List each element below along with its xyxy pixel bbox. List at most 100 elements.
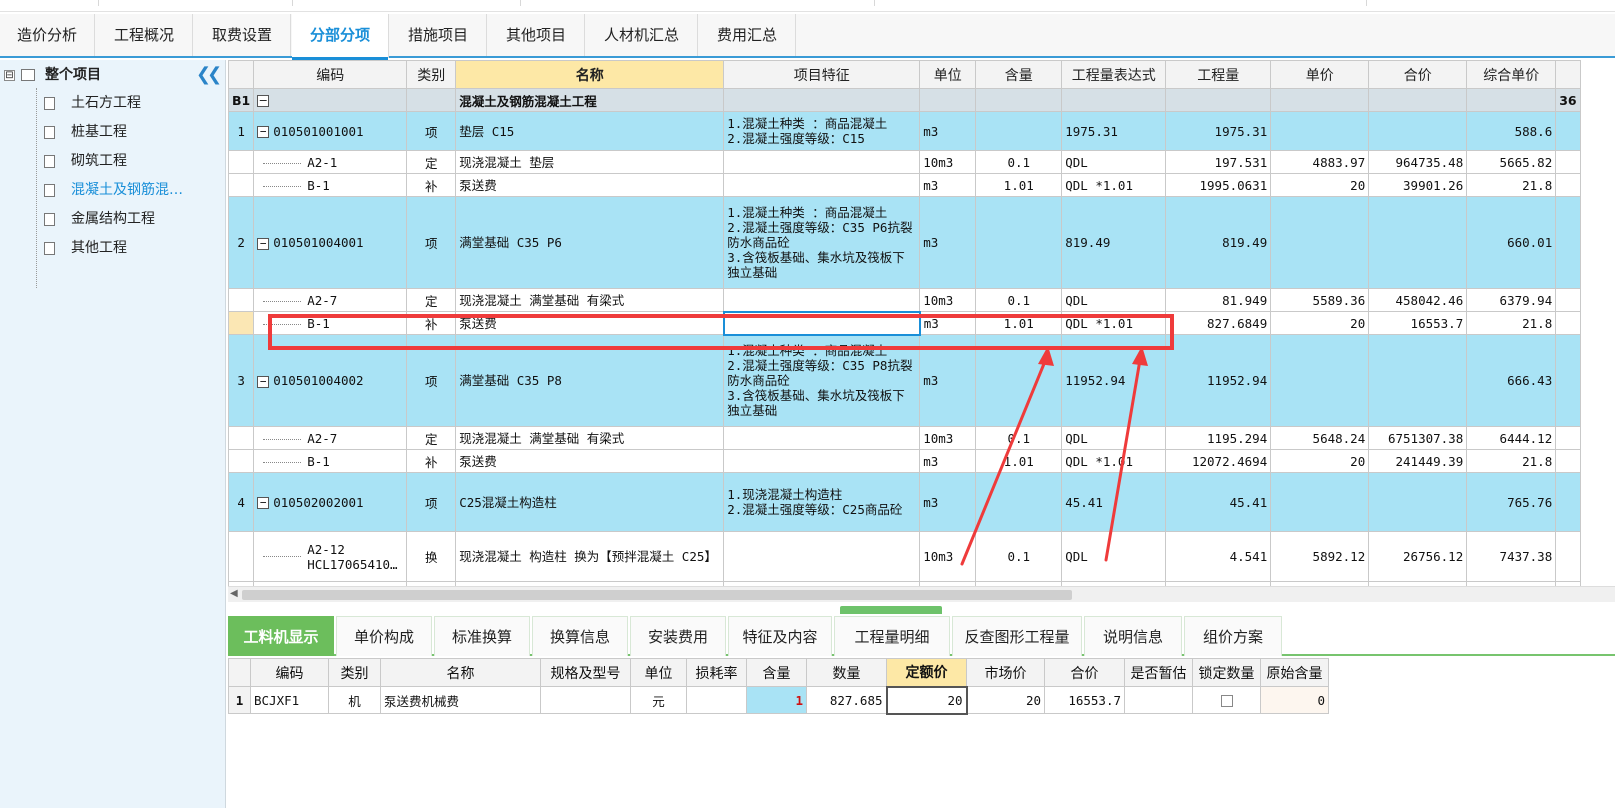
cell-unit[interactable]: m3 — [919, 196, 977, 289]
cell-unit[interactable]: m3 — [919, 472, 977, 532]
cell-ratio[interactable] — [975, 472, 1063, 532]
col-header-spec[interactable]: 规格及型号 — [540, 658, 631, 687]
tree-root[interactable]: ⊟ 整个项目 — [4, 64, 101, 86]
cell-quantity[interactable]: 197.531 — [1165, 150, 1272, 174]
cell-quantity[interactable]: 1975.31 — [1165, 111, 1272, 151]
col-header-lock-quantity[interactable]: 锁定数量 — [1192, 658, 1261, 687]
quota-row[interactable]: A2-12 HCL17065410… 换现浇混凝土 构造柱 换为【预拌混凝土 C2… — [228, 531, 1581, 582]
col-header-base-price[interactable]: 定额价 — [886, 658, 967, 687]
cell-expression[interactable]: 45.41 — [1061, 472, 1167, 532]
cell-total[interactable] — [1368, 334, 1468, 427]
cell-unit-price[interactable]: 6379.94 — [1466, 288, 1557, 312]
col-header-unit[interactable]: 单位 — [630, 658, 687, 687]
cell-expression[interactable]: QDL *1.01 — [1061, 449, 1167, 473]
tab-labor-material-display[interactable]: 工料机显示 — [228, 616, 334, 656]
cell-ratio[interactable]: 0.1 — [975, 288, 1063, 312]
table-cell[interactable] — [1555, 288, 1581, 312]
cell-unit[interactable]: 10m3 — [919, 426, 977, 450]
tab-other-items[interactable]: 其他项目 — [488, 14, 585, 56]
cell-name[interactable]: 泵送费机械费 — [380, 686, 541, 714]
quota-row[interactable]: A2-1 定现浇混凝土 垫层 10m3 0.1 QDL 197.531 4883.97 964… — [228, 150, 1581, 174]
col-header-total[interactable]: 合价 — [1368, 60, 1468, 89]
cell-type[interactable]: 项 — [406, 196, 457, 289]
cell-type[interactable]: 机 — [328, 686, 381, 714]
cell-estimate[interactable] — [1124, 686, 1193, 714]
cell-market-price[interactable]: 20 — [966, 686, 1045, 714]
cell-code[interactable]: A2-1 — [253, 150, 408, 174]
cell-type[interactable]: 定 — [406, 150, 457, 174]
bill-item-row[interactable]: 2−010501004001 项满堂基础 C35 P6 1.混凝土种类 ：商品混凝土… — [228, 196, 1581, 289]
tab-fee-settings[interactable]: 取费设置 — [194, 14, 291, 56]
col-header-ratio[interactable]: 含量 — [975, 60, 1063, 89]
cell-feature[interactable]: 1.混凝土种类 ：商品混凝土 2.混凝土强度等级：C35 P6抗裂防水商品砼 3… — [723, 196, 921, 289]
collapse-node-icon[interactable]: ⊟ — [4, 69, 15, 81]
cell-unit-price[interactable]: 6444.12 — [1466, 426, 1557, 450]
cell-price[interactable] — [1270, 334, 1370, 427]
bill-item-row[interactable]: 4−010502002001 项 C25混凝土构造柱 1.现浇混凝土构造柱 2.混凝土… — [228, 472, 1581, 532]
cell-total[interactable] — [1368, 196, 1468, 289]
table-cell[interactable] — [1555, 334, 1581, 427]
cell-unit[interactable]: m3 — [919, 111, 977, 151]
cell-name[interactable]: 泵送费 — [455, 173, 725, 197]
cell-name[interactable]: 现浇混凝土 垫层 — [455, 150, 725, 174]
cell-code[interactable]: A2-12 HCL17065410… — [253, 531, 408, 582]
panel-splitter[interactable] — [228, 602, 1615, 614]
cell-quantity[interactable]: 1195.294 — [1165, 426, 1272, 450]
cell-unit[interactable]: 10m3 — [919, 150, 977, 174]
tab-pricing-scheme[interactable]: 组价方案 — [1184, 616, 1282, 656]
tab-conversion-info[interactable]: 换算信息 — [532, 616, 628, 656]
cell-feature[interactable] — [723, 288, 921, 312]
cell-code[interactable]: B-1 — [253, 449, 408, 473]
table-cell[interactable] — [1555, 173, 1581, 197]
cell-quantity[interactable]: 819.49 — [1165, 196, 1272, 289]
col-header-quantity[interactable]: 数量 — [806, 658, 887, 687]
cell-expression[interactable]: 819.49 — [1061, 196, 1167, 289]
horizontal-scrollbar[interactable]: ◀ — [228, 586, 1615, 602]
cell-name[interactable]: 泵送费 — [455, 449, 725, 473]
cell-total[interactable]: 458042.46 — [1368, 288, 1468, 312]
tab-description[interactable]: 说明信息 — [1084, 616, 1182, 656]
col-header-expression[interactable]: 工程量表达式 — [1061, 60, 1167, 89]
col-header-type[interactable]: 类别 — [406, 60, 457, 89]
cell-feature[interactable] — [723, 531, 921, 582]
cell-feature[interactable] — [723, 173, 921, 197]
cell-expression[interactable]: 1975.31 — [1061, 111, 1167, 151]
cell-price[interactable]: 20 — [1270, 311, 1370, 335]
tree-item-other[interactable]: 其他工程 — [44, 237, 127, 259]
cell-total[interactable]: 241449.39 — [1368, 449, 1468, 473]
cell-loss-rate[interactable] — [686, 686, 747, 714]
cell-ratio[interactable]: 1.01 — [975, 173, 1063, 197]
cell-quantity[interactable]: 827.685 — [806, 686, 887, 714]
cell-total[interactable]: 39901.26 — [1368, 173, 1468, 197]
cell-ratio[interactable]: 0.1 — [975, 150, 1063, 174]
table-cell[interactable] — [1555, 426, 1581, 450]
col-header-feature[interactable]: 项目特征 — [723, 60, 921, 89]
table-cell[interactable] — [1555, 531, 1581, 582]
cell-expression[interactable]: QDL — [1061, 531, 1167, 582]
tab-measures[interactable]: 措施项目 — [390, 14, 487, 56]
cell-quantity[interactable]: 1995.0631 — [1165, 173, 1272, 197]
col-header-code[interactable]: 编码 — [253, 60, 408, 89]
col-header-estimate[interactable]: 是否暂估 — [1124, 658, 1193, 687]
scroll-left-icon[interactable]: ◀ — [230, 588, 238, 599]
section-row[interactable]: B1 − 混凝土及钢筋混凝土工程 36 — [228, 88, 1581, 112]
cell-name[interactable]: 垫层 C15 — [455, 111, 725, 151]
cell-ratio[interactable]: 0.1 — [975, 531, 1063, 582]
cell-total[interactable]: 964735.48 — [1368, 150, 1468, 174]
cell-expression[interactable]: QDL *1.01 — [1061, 173, 1167, 197]
cell-unit-price[interactable]: 7437.38 — [1466, 531, 1557, 582]
cell-unit-price[interactable]: 21.8 — [1466, 449, 1557, 473]
cell-unit-price[interactable]: 588.6 — [1466, 111, 1557, 151]
cell-name[interactable]: 现浇混凝土 满堂基础 有梁式 — [455, 426, 725, 450]
cell-ratio[interactable] — [975, 111, 1063, 151]
tab-labor-material-summary[interactable]: 人材机汇总 — [586, 14, 698, 56]
table-cell[interactable] — [1555, 196, 1581, 289]
cell-price[interactable]: 5892.12 — [1270, 531, 1370, 582]
cell-code[interactable]: B-1 — [253, 173, 408, 197]
cell-quantity[interactable]: 12072.4694 — [1165, 449, 1272, 473]
quota-row[interactable]: A2-7 定现浇混凝土 满堂基础 有梁式 10m3 0.1 QDL 1195.294 564… — [228, 426, 1581, 450]
cell-spec[interactable] — [540, 686, 631, 714]
tab-features-content[interactable]: 特征及内容 — [728, 616, 832, 656]
collapse-row-icon[interactable]: − — [257, 95, 270, 107]
cell-total[interactable]: 16553.7 — [1044, 686, 1125, 714]
